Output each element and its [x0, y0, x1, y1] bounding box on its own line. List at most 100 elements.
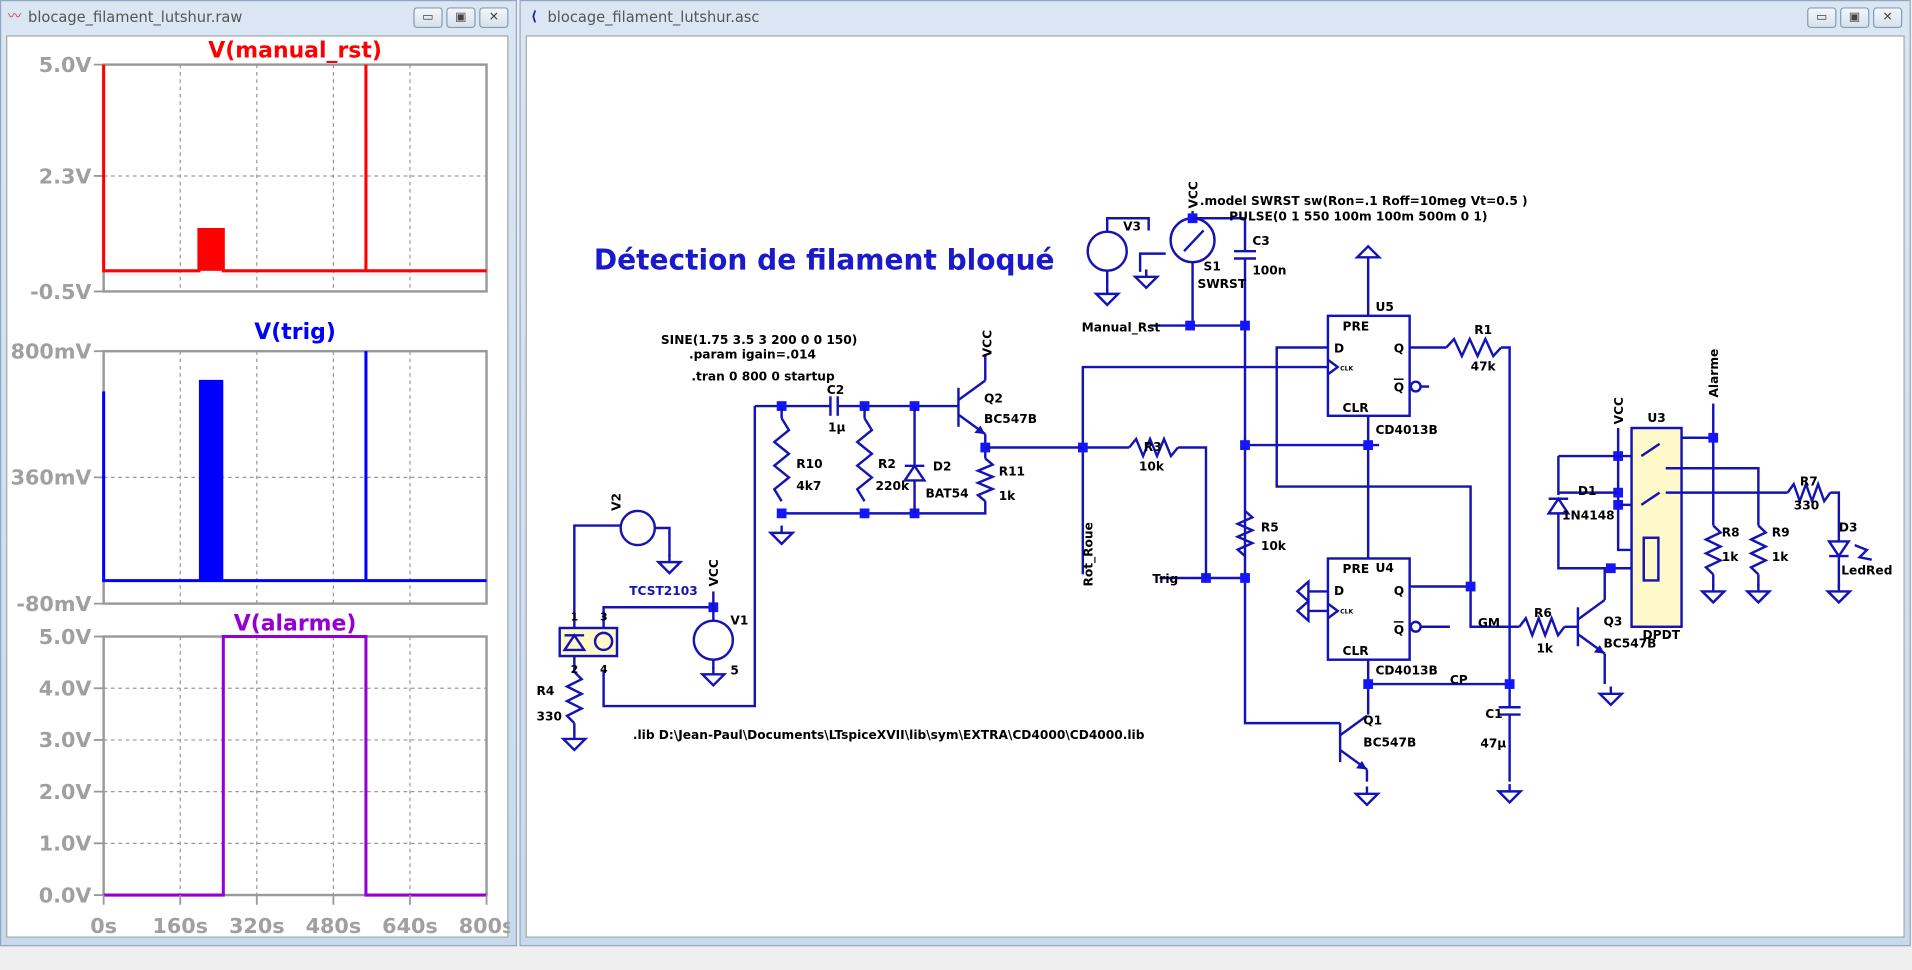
trace-line[interactable] [102, 351, 487, 583]
c3-label[interactable]: C3 [1252, 234, 1269, 248]
wire[interactable] [1275, 346, 1472, 587]
r8-label[interactable]: R8 [1722, 526, 1740, 540]
r6-label[interactable]: R6 [1534, 606, 1552, 620]
wire[interactable] [654, 526, 671, 557]
r10-resistor[interactable] [772, 417, 791, 502]
net-label-gm[interactable]: GM [1478, 616, 1500, 630]
wire[interactable] [781, 501, 987, 515]
q3-label[interactable]: Q3 [1604, 615, 1623, 629]
param-directive[interactable]: .param igain=.014 [689, 348, 816, 362]
waveform-plot-area[interactable]: 5.0V 2.3V -0.5V V(manual_rst) 800mV 360mV -80m… [6, 35, 515, 938]
s1-switch-icon[interactable] [1169, 217, 1216, 264]
waveform-pane-2[interactable]: 5.0V 4.0V 3.0V 2.0V 1.0V 0.0V V(alarme) 0s 160s 3… [39, 611, 515, 937]
sine-directive[interactable]: SINE(1.75 3.5 3 200 0 0 150) [661, 333, 857, 347]
wire[interactable] [602, 406, 757, 708]
trace-line[interactable] [102, 64, 487, 273]
r10-value[interactable]: 4k7 [796, 479, 821, 493]
q2-label[interactable]: Q2 [984, 391, 1003, 405]
u3-relay[interactable] [1630, 426, 1683, 628]
net-label-trig[interactable]: Trig [1152, 572, 1178, 586]
light-emission-icon[interactable] [1854, 543, 1873, 561]
r1-resistor[interactable] [1445, 336, 1502, 359]
u4-model[interactable]: CD4013B [1375, 663, 1437, 677]
wire[interactable] [602, 606, 714, 628]
r11-value[interactable]: 1k [999, 489, 1016, 503]
v3-source-icon[interactable] [1086, 230, 1128, 272]
model-directive[interactable]: .model SWRST sw(Ron=.1 Roff=10meg Vt=0.5… [1200, 194, 1528, 208]
d3-model[interactable]: LedRed [1841, 563, 1892, 577]
wire[interactable] [1577, 598, 1606, 621]
tran-directive[interactable]: .tran 0 800 0 startup [691, 369, 835, 383]
r6-resistor[interactable] [1518, 614, 1566, 639]
q2-model[interactable]: BC547B [984, 412, 1037, 426]
close-button[interactable]: ✕ [479, 7, 509, 29]
d2-model[interactable]: BAT54 [926, 487, 969, 501]
r11-label[interactable]: R11 [999, 465, 1025, 479]
waveform-pane-0[interactable]: 5.0V 2.3V -0.5V V(manual_rst) [30, 38, 488, 304]
u4-label[interactable]: U4 [1375, 561, 1393, 575]
r7-value[interactable]: 330 [1794, 499, 1819, 513]
s1-label[interactable]: S1 [1204, 260, 1221, 274]
maximize-button[interactable]: ▣ [1840, 7, 1870, 29]
wire[interactable] [1830, 491, 1841, 542]
r4-value[interactable]: 330 [537, 710, 562, 724]
net-label-vcc[interactable]: VCC [707, 559, 721, 586]
c1-label[interactable]: C1 [1485, 707, 1502, 721]
v1-source-icon[interactable] [692, 619, 735, 661]
net-label-vcc[interactable]: VCC [1612, 397, 1626, 424]
r10-label[interactable]: R10 [796, 457, 822, 471]
c1-value[interactable]: 47µ [1480, 736, 1506, 750]
r3-value[interactable]: 10k [1139, 460, 1165, 474]
maximize-button[interactable]: ▣ [446, 7, 476, 29]
net-label-alarme[interactable]: Alarme [1707, 349, 1721, 398]
tcst-label[interactable]: TCST2103 [629, 584, 698, 598]
wire[interactable] [957, 379, 986, 401]
trace-title[interactable]: V(manual_rst) [208, 38, 382, 63]
v1-value[interactable]: 5 [730, 663, 738, 677]
u3-model[interactable]: DPDT [1643, 628, 1681, 642]
v2-source-icon[interactable] [619, 509, 657, 547]
v3-label[interactable]: V3 [1123, 219, 1141, 233]
net-label-vcc[interactable]: VCC [980, 330, 994, 357]
d2-label[interactable]: D2 [933, 460, 952, 474]
r5-value[interactable]: 10k [1261, 539, 1287, 553]
r3-label[interactable]: R3 [1144, 440, 1162, 454]
lib-directive[interactable]: .lib D:\Jean-Paul\Documents\LTspiceXVII\… [633, 728, 1145, 742]
waveform-titlebar[interactable]: 〰 blocage_filament_lutshur.raw ▭ ▣ ✕ [1, 1, 516, 35]
s1-contact[interactable] [1183, 229, 1205, 253]
wire[interactable] [1409, 585, 1520, 628]
wire[interactable] [1177, 446, 1208, 578]
net-label-rot-roue[interactable]: Rot_Roue [1082, 522, 1097, 586]
r2-value[interactable]: 220k [876, 479, 910, 493]
wire[interactable] [1501, 346, 1511, 707]
r8-value[interactable]: 1k [1722, 550, 1739, 564]
d1-model[interactable]: 1N4148 [1562, 508, 1615, 522]
s1-model[interactable]: SWRST [1197, 277, 1246, 291]
wire[interactable] [1138, 252, 1166, 272]
wire[interactable] [1081, 365, 1328, 448]
r5-label[interactable]: R5 [1261, 521, 1279, 535]
c3-value[interactable]: 100n [1252, 263, 1286, 277]
q1-model[interactable]: BC547B [1363, 735, 1416, 749]
close-button[interactable]: ✕ [1872, 7, 1903, 29]
net-label-vcc[interactable]: VCC [1186, 181, 1200, 208]
r2-label[interactable]: R2 [878, 457, 896, 471]
r9-value[interactable]: 1k [1772, 550, 1789, 564]
r8-resistor[interactable] [1703, 524, 1724, 576]
r9-label[interactable]: R9 [1772, 526, 1790, 540]
d3-label[interactable]: D3 [1839, 521, 1858, 535]
pulse-directive[interactable]: PULSE(0 1 550 100m 100m 500m 0 1) [1229, 210, 1487, 224]
schematic-titlebar[interactable]: ⟨ blocage_filament_lutshur.asc ▭ ▣ ✕ [521, 1, 1910, 35]
wire[interactable] [573, 524, 621, 628]
u5-label[interactable]: U5 [1375, 300, 1393, 314]
c2-label[interactable]: C2 [827, 383, 844, 397]
schematic-canvas[interactable]: Détection de filament bloqué .model SWRS… [525, 35, 1905, 938]
waveform-pane-1[interactable]: 800mV 360mV -80mV V(trig) [11, 320, 488, 616]
trace-line[interactable] [103, 635, 487, 897]
trace-title[interactable]: V(trig) [254, 320, 336, 345]
v1-label[interactable]: V1 [730, 613, 748, 627]
r9-resistor[interactable] [1748, 524, 1769, 576]
r2-resistor[interactable] [855, 417, 874, 502]
wire[interactable] [1243, 258, 1341, 725]
v2-label[interactable]: V2 [610, 493, 624, 511]
